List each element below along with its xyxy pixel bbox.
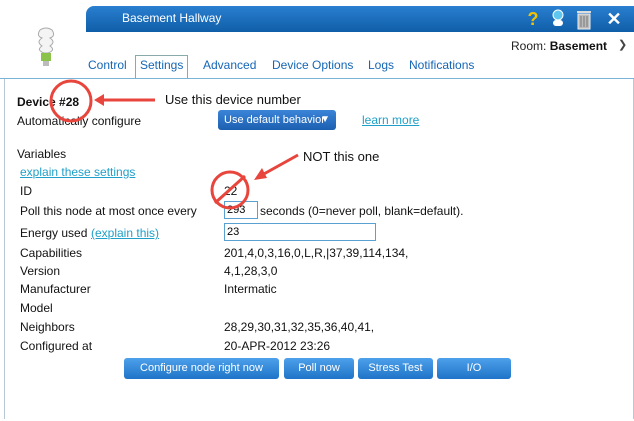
manufacturer-label: Manufacturer (20, 282, 91, 296)
id-value: 22 (224, 184, 238, 198)
poll-interval-input[interactable]: 293 (224, 201, 258, 219)
tab-control[interactable]: Control (84, 56, 131, 78)
device-window: Basement Hallway ? ✕ Room: Basement ❯ Co… (0, 0, 634, 421)
version-label: Version (20, 264, 61, 278)
manufacturer-value: Intermatic (224, 282, 277, 296)
tab-advanced[interactable]: Advanced (199, 56, 260, 78)
device-heading: Device #28 (17, 95, 80, 109)
capabilities-value: 201,4,0,3,16,0,L,R,|37,39,114,134, (224, 246, 409, 260)
window-title: Basement Hallway (122, 11, 222, 25)
configure-node-button[interactable]: Configure node right now (124, 358, 279, 379)
poll-suffix: seconds (0=never poll, blank=default). (260, 204, 464, 218)
configured-label: Configured at (20, 339, 93, 353)
model-label: Model (20, 301, 53, 315)
stress-test-button[interactable]: Stress Test (358, 358, 433, 379)
auto-config-select[interactable]: Use default behavior ▼ (218, 110, 336, 130)
neighbors-label: Neighbors (20, 320, 75, 334)
tab-bar: Control Settings Advanced Device Options… (0, 55, 634, 78)
id-label: ID (20, 184, 32, 198)
explain-settings-link[interactable]: explain these settings (20, 165, 135, 179)
io-button[interactable]: I/O (437, 358, 511, 379)
close-icon[interactable]: ✕ (604, 8, 624, 30)
configured-value: 20-APR-2012 23:26 (224, 339, 331, 353)
tab-settings[interactable]: Settings (135, 55, 189, 78)
neighbors-value: 28,29,30,31,32,35,36,40,41, (224, 320, 375, 334)
annotation-not-this: NOT this one (303, 149, 380, 164)
tab-notifications[interactable]: Notifications (405, 56, 478, 78)
learn-more-link[interactable]: learn more (362, 113, 419, 127)
room-indicator[interactable]: Room: Basement (511, 39, 607, 53)
energy-label: Energy used (20, 226, 88, 240)
explain-energy-link[interactable]: (explain this) (91, 226, 159, 240)
trash-icon[interactable] (574, 8, 594, 30)
poll-label: Poll this node at most once every (20, 204, 197, 218)
tab-logs[interactable]: Logs (364, 56, 398, 78)
capabilities-label: Capabilities (20, 246, 83, 260)
title-bar: Basement Hallway ? ✕ (86, 6, 634, 32)
room-label: Room: (511, 39, 547, 53)
poll-now-button[interactable]: Poll now (284, 358, 354, 379)
auto-config-label: Automatically configure (17, 114, 142, 128)
chevron-down-icon[interactable]: ❯ (618, 38, 627, 51)
annotation-use-this: Use this device number (165, 92, 301, 107)
auto-config-value: Use default behavior (224, 114, 325, 126)
user-icon[interactable] (548, 8, 568, 30)
version-value: 4,1,28,3,0 (224, 264, 278, 278)
help-icon[interactable]: ? (523, 8, 543, 30)
room-value: Basement (549, 39, 608, 53)
energy-input[interactable]: 23 (224, 223, 376, 241)
chevron-down-icon: ▼ (320, 114, 330, 125)
variables-label: Variables (17, 147, 67, 161)
tab-device-options[interactable]: Device Options (268, 56, 357, 78)
